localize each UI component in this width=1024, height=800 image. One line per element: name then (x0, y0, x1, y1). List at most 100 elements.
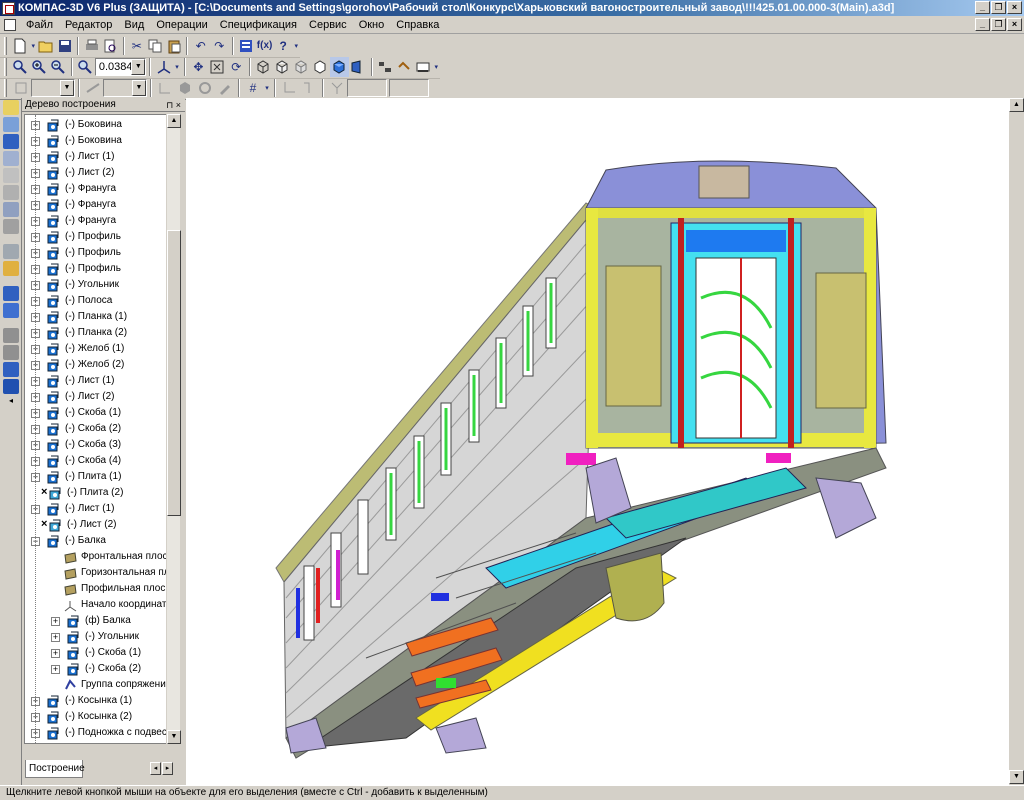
model-tree-icon[interactable] (376, 57, 395, 77)
tree-item[interactable]: Группа сопряжений (25, 677, 174, 693)
expand-icon[interactable]: + (51, 649, 60, 658)
help-pointer-icon[interactable]: ? (274, 36, 293, 56)
color-combo[interactable]: ▼ (31, 78, 75, 97)
doc-minimize-button[interactable]: _ (975, 18, 990, 31)
undo-icon[interactable]: ↶ (191, 36, 210, 56)
grid-dropdown-icon[interactable]: ▾ (263, 78, 271, 98)
zoom-all-icon[interactable] (208, 57, 227, 77)
tree-item[interactable]: + (-) Скоба (1) (25, 405, 174, 421)
tree-item[interactable]: + (-) Франуга (25, 197, 174, 213)
hidden-lines-thin-icon[interactable] (292, 57, 311, 77)
tab-left-icon[interactable]: ◂ (150, 762, 161, 775)
expand-icon[interactable]: + (51, 617, 60, 626)
style-icon[interactable] (83, 78, 103, 98)
tree-item[interactable]: + (ф) Балка (25, 613, 174, 629)
cursor-grid-icon[interactable] (155, 78, 175, 98)
spec-tool-icon[interactable] (3, 219, 19, 234)
scroll-up-icon[interactable]: ▲ (167, 114, 181, 128)
toolbar-grip[interactable] (4, 57, 7, 76)
tree-item[interactable]: + (-) Скоба (1) (25, 645, 174, 661)
tree-item[interactable]: + (-) Скоба (4) (25, 453, 174, 469)
zoom-scale-icon[interactable] (76, 57, 95, 77)
hidden-lines-icon[interactable] (273, 57, 292, 77)
curve-tool-icon[interactable] (3, 117, 19, 132)
doc-close-button[interactable]: × (1007, 18, 1022, 31)
tree-item[interactable]: + (-) Планка (2) (25, 325, 174, 341)
menu-service[interactable]: Сервис (303, 19, 353, 31)
tree-item[interactable]: × (-) Лист (2) (25, 517, 174, 533)
tree-item[interactable]: + (-) Лист (1) (25, 501, 174, 517)
tree-item[interactable]: + (-) Боковина (25, 133, 174, 149)
tree-item[interactable]: + (-) Лист (1) (25, 149, 174, 165)
tree-item[interactable]: + (-) Косынка (1) (25, 693, 174, 709)
restore-button[interactable]: ❐ (991, 1, 1006, 14)
chevron-down-icon[interactable]: ▼ (131, 58, 146, 75)
viewport-scroll-down-icon[interactable]: ▼ (1009, 770, 1024, 784)
pan-icon[interactable]: ✥ (189, 57, 208, 77)
tree-item[interactable]: + (-) Франуга (25, 181, 174, 197)
tree-item[interactable]: + (-) Профиль (25, 229, 174, 245)
tree-item[interactable]: + (-) Угольник (25, 629, 174, 645)
surface-tool-icon[interactable] (3, 328, 19, 343)
scroll-thumb[interactable] (167, 230, 181, 516)
copy-icon[interactable] (146, 36, 165, 56)
tree-item[interactable]: Профильная плоскость (25, 581, 174, 597)
local-cs-icon[interactable] (279, 78, 299, 98)
menu-file[interactable]: Файл (20, 19, 59, 31)
expand-icon[interactable]: + (51, 633, 60, 642)
tree-item[interactable]: + (-) Лист (2) (25, 389, 174, 405)
help-dropdown-icon[interactable]: ▾ (293, 36, 300, 56)
sheet-tool-icon[interactable] (3, 362, 19, 377)
ortho-icon[interactable] (299, 78, 319, 98)
document-icon[interactable] (4, 18, 16, 31)
wireframe-icon[interactable] (254, 57, 273, 77)
toolbar-grip[interactable] (4, 78, 7, 97)
perspective-icon[interactable] (349, 57, 368, 77)
tree-item[interactable]: + (-) Планка (1) (25, 309, 174, 325)
edit-tool-icon[interactable] (3, 134, 19, 149)
style-combo[interactable]: ▼ (103, 78, 147, 97)
tree-item[interactable]: + (-) Скоба (2) (25, 661, 174, 677)
build-tree-header[interactable]: Дерево построения ⊓ × (22, 98, 185, 112)
coordinates-icon[interactable] (327, 78, 347, 98)
tree-item[interactable]: + (-) Плита (1) (25, 469, 174, 485)
coord-y-field[interactable] (389, 78, 429, 97)
solid-block-icon[interactable] (175, 78, 195, 98)
orientation-dropdown-icon[interactable]: ▾ (173, 57, 181, 77)
model-viewport[interactable] (186, 98, 1024, 786)
doc-restore-button[interactable]: ❐ (991, 18, 1006, 31)
tree-item[interactable]: + (-) Скоба (2) (25, 421, 174, 437)
viewport-scrollbar[interactable]: ▲ ▼ (1009, 98, 1024, 786)
build-tree[interactable]: + (-) Боковина + (-) Боковина + (-) Лист (1) +… (24, 114, 175, 744)
spline-tool-icon[interactable] (3, 151, 19, 166)
open-folder-icon[interactable] (37, 36, 56, 56)
tab-build[interactable]: Построение (25, 760, 85, 778)
section-icon[interactable] (414, 57, 433, 77)
variables-fx-icon[interactable]: f(x) (255, 36, 274, 56)
menu-view[interactable]: Вид (118, 19, 150, 31)
pin-close-icons[interactable]: ⊓ × (166, 98, 181, 112)
tree-item[interactable]: + (-) Косынка (2) (25, 709, 174, 725)
mates-tool-icon[interactable] (3, 303, 19, 318)
print-icon[interactable] (82, 36, 101, 56)
zoom-value-combo[interactable]: 0.038499 ▼ (94, 57, 147, 76)
tree-item[interactable]: + (-) Профиль (25, 261, 174, 277)
menu-specification[interactable]: Спецификация (214, 19, 303, 31)
tree-item[interactable]: + (-) Подножка с подвесной (25, 725, 174, 741)
tree-item[interactable]: × (-) Плита (2) (25, 485, 174, 501)
tree-item[interactable]: + (-) Полоса (25, 293, 174, 309)
window-title-bar[interactable]: КОМПАС-3D V6 Plus (ЗАЩИТА) - [C:\Documen… (0, 0, 1024, 16)
cut-icon[interactable]: ✂ (128, 36, 147, 56)
rotate-icon[interactable]: ⟳ (227, 57, 246, 77)
menu-operations[interactable]: Операции (150, 19, 213, 31)
filter-tool-icon[interactable] (3, 202, 19, 217)
tree-item[interactable]: Начало координат (25, 597, 174, 613)
kompas-app-icon[interactable] (2, 1, 15, 15)
coord-x-field[interactable] (347, 78, 387, 97)
zoom-window-icon[interactable] (11, 57, 30, 77)
tree-item[interactable]: + (-) Франуга (25, 213, 174, 229)
palette-scroll-icon[interactable]: ◂ (3, 396, 19, 411)
menu-window[interactable]: Окно (353, 19, 391, 31)
expand-icon[interactable]: + (51, 665, 60, 674)
tab-right-icon[interactable]: ▸ (162, 762, 173, 775)
